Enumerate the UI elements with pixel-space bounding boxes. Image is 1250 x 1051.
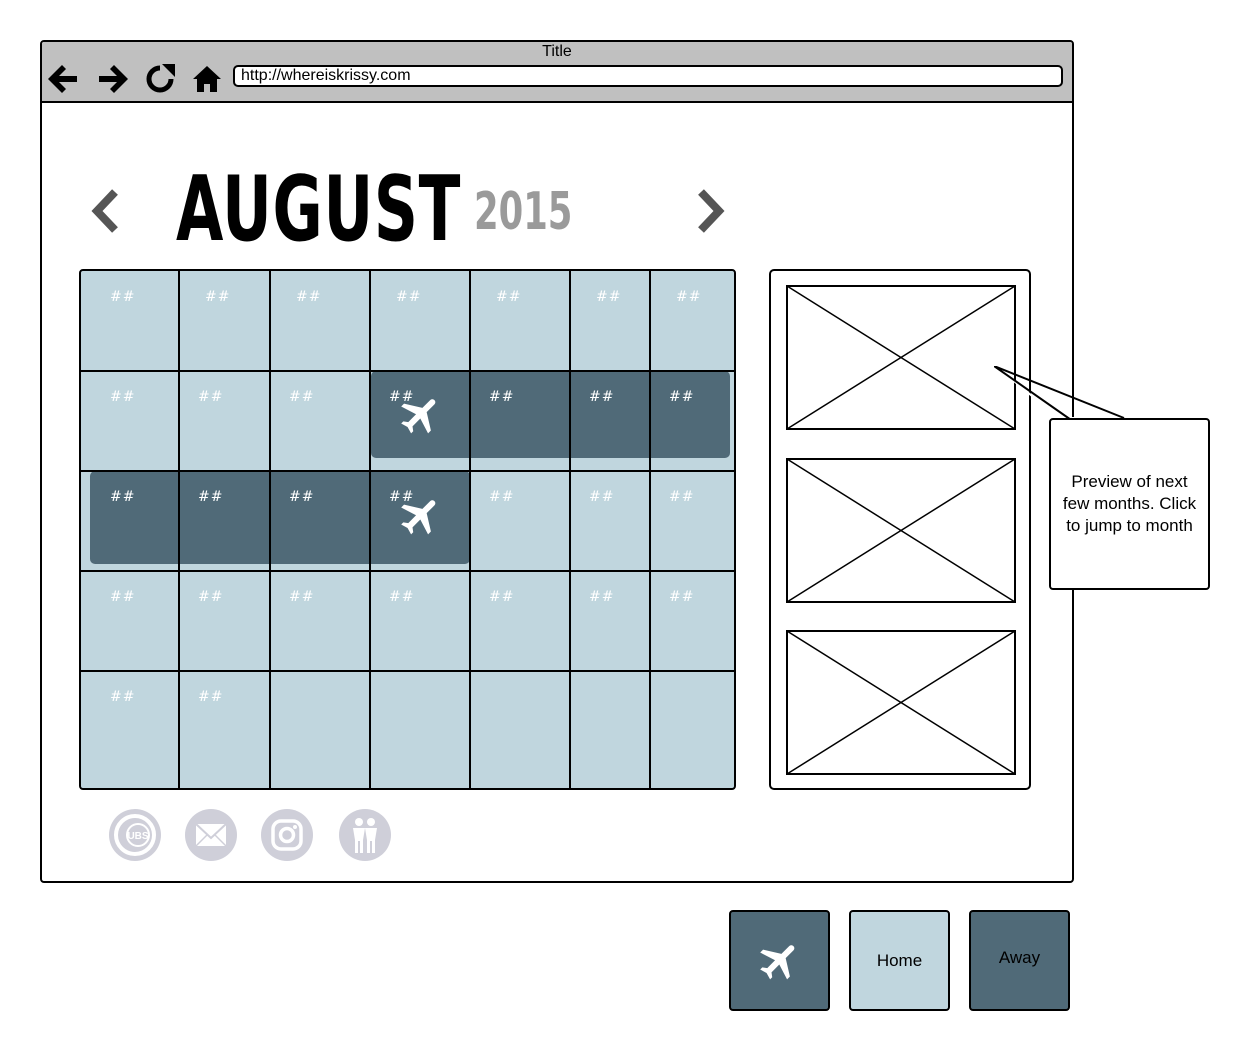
home-icon — [193, 66, 221, 92]
forward-button[interactable] — [96, 62, 130, 96]
month-preview-thumbnail[interactable] — [786, 458, 1016, 603]
day-number: ## — [389, 589, 415, 605]
day-number: ## — [198, 389, 224, 405]
day-number: ## — [110, 689, 136, 705]
calendar-day-cell[interactable]: ## — [81, 572, 178, 670]
address-bar[interactable]: http://whereiskrissy.com — [233, 65, 1063, 87]
calendar-day-cell[interactable]: ## — [180, 271, 269, 369]
month-preview-thumbnail[interactable] — [786, 630, 1016, 775]
mail-icon[interactable] — [185, 809, 237, 861]
back-button[interactable] — [46, 62, 80, 96]
day-number: ## — [110, 389, 136, 405]
calendar-day-cell[interactable]: ## — [651, 572, 734, 670]
day-number: ## — [589, 389, 615, 405]
calendar-day-cell[interactable]: ## — [371, 271, 469, 369]
calendar-day-cell[interactable]: ## — [180, 372, 269, 470]
calendar-day-cell[interactable]: ## — [571, 572, 649, 670]
day-number: ## — [289, 589, 315, 605]
chevron-left-icon — [91, 189, 118, 233]
day-number: ## — [589, 589, 615, 605]
calendar-day-cell[interactable] — [651, 672, 734, 770]
day-number: ## — [489, 489, 515, 505]
day-number: ## — [669, 589, 695, 605]
day-number: ## — [596, 289, 622, 305]
legend-away-label: Away — [998, 948, 1041, 967]
day-number: ## — [110, 489, 136, 505]
day-number: ## — [669, 389, 695, 405]
calendar-day-cell[interactable]: ## — [180, 472, 269, 570]
legend-away: Away — [969, 910, 1070, 1011]
browser-chrome: Title http://whereiskrissy.com — [42, 42, 1072, 103]
day-number: ## — [396, 289, 422, 305]
calendar-day-cell[interactable]: ## — [271, 472, 369, 570]
find-friends-icon[interactable] — [339, 809, 391, 861]
day-number: ## — [110, 289, 136, 305]
calendar-day-cell[interactable]: ## — [471, 572, 569, 670]
home-button[interactable] — [190, 62, 224, 96]
calendar-day-cell[interactable]: ## — [471, 472, 569, 570]
day-number: ## — [289, 489, 315, 505]
month-title: AUGUST — [176, 157, 462, 262]
callout-pointer — [994, 366, 1128, 426]
legend-home: Home — [849, 910, 950, 1011]
calendar-day-cell[interactable]: ## — [651, 271, 734, 369]
next-month-button[interactable] — [692, 185, 728, 237]
day-number: ## — [676, 289, 702, 305]
instagram-icon[interactable] — [261, 809, 313, 861]
airplane-icon — [759, 944, 794, 979]
calendar-day-cell[interactable] — [271, 672, 369, 770]
calendar-day-cell[interactable]: ## — [271, 271, 369, 369]
calendar-day-cell[interactable]: ## — [371, 572, 469, 670]
day-number: ## — [296, 289, 322, 305]
day-number: ## — [198, 489, 224, 505]
calendar-day-cell[interactable]: ## — [271, 572, 369, 670]
day-number: ## — [205, 289, 231, 305]
calendar-day-cell[interactable] — [571, 672, 649, 770]
calendar-day-cell[interactable]: ## — [81, 271, 178, 369]
calendar-day-cell[interactable]: ## — [81, 372, 178, 470]
chevron-right-icon — [698, 189, 725, 233]
calendar-day-cell[interactable] — [471, 672, 569, 770]
calendar-day-cell[interactable] — [371, 672, 469, 770]
svg-text:UBS: UBS — [127, 831, 148, 842]
calendar-day-cell[interactable]: ## — [651, 472, 734, 570]
day-number: ## — [589, 489, 615, 505]
day-number: ## — [496, 289, 522, 305]
airplane-icon — [401, 399, 436, 434]
calendar-grid: ## ## ## ## ## ## ## ## ## ## ## ## ## ## ## ## ## ## ## ##… — [79, 269, 736, 790]
arrow-right-icon — [99, 65, 128, 93]
calendar-day-cell[interactable]: ## — [651, 372, 734, 470]
day-number: ## — [198, 689, 224, 705]
legend-travel — [729, 910, 830, 1011]
day-number: ## — [669, 489, 695, 505]
month-preview-panel — [769, 269, 1031, 790]
day-number: ## — [110, 589, 136, 605]
cubs-logo-icon[interactable]: UBS — [109, 809, 161, 861]
year-label: 2015 — [474, 182, 573, 242]
airplane-icon — [401, 500, 436, 535]
preview-callout-note: Preview of next few months. Click to jum… — [1049, 418, 1210, 590]
calendar-day-cell[interactable]: ## — [571, 271, 649, 369]
reload-icon — [146, 64, 175, 93]
calendar-day-cell[interactable]: ## — [81, 672, 178, 770]
callout-text: Preview of next few months. Click to jum… — [1062, 472, 1197, 535]
reload-button[interactable] — [143, 62, 177, 96]
day-number: ## — [489, 589, 515, 605]
calendar-day-cell[interactable]: ## — [571, 372, 649, 470]
day-number: ## — [289, 389, 315, 405]
calendar-day-cell[interactable]: ## — [471, 271, 569, 369]
window-title: Title — [542, 43, 572, 60]
legend-home-label: Home — [876, 950, 923, 970]
month-preview-thumbnail[interactable] — [786, 285, 1016, 430]
previous-month-button[interactable] — [88, 185, 124, 237]
arrow-left-icon — [48, 65, 77, 93]
calendar-day-cell[interactable]: ## — [81, 472, 178, 570]
calendar-day-cell[interactable]: ## — [471, 372, 569, 470]
calendar-day-cell[interactable]: ## — [571, 472, 649, 570]
calendar-day-cell[interactable]: ## — [271, 372, 369, 470]
day-number: ## — [489, 389, 515, 405]
calendar-day-cell[interactable]: ## — [180, 672, 269, 770]
day-number: ## — [198, 589, 224, 605]
calendar-day-cell[interactable]: ## — [180, 572, 269, 670]
